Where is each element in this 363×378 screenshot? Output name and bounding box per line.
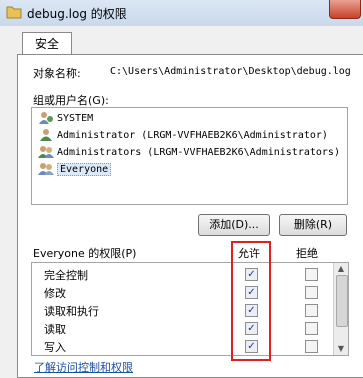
- groups-label: 组或用户名(G):: [33, 94, 109, 107]
- window-title: debug.log 的权限: [27, 7, 127, 21]
- list-item-label: Administrator (LRGM-VVFHAEB2K6\Administr…: [57, 129, 328, 141]
- folder-icon: [6, 6, 22, 19]
- permission-name: 写入: [44, 341, 66, 354]
- permissions-scrollbar[interactable]: ▲ ▼: [333, 263, 348, 355]
- deny-checkbox[interactable]: [305, 286, 318, 299]
- deny-header: 拒绝: [296, 247, 318, 260]
- scroll-down-icon[interactable]: ▼: [336, 344, 346, 354]
- permission-row: 完全控制 ✓: [32, 265, 332, 283]
- scrollbar-thumb[interactable]: [336, 275, 348, 327]
- remove-button[interactable]: 删除(R): [279, 214, 347, 236]
- permissions-table: 完全控制 ✓ 修改 ✓ 读取和执行 ✓ 读取 ✓ 写入 ✓ ▲ ▼: [31, 262, 349, 356]
- scroll-up-icon[interactable]: ▲: [336, 264, 346, 274]
- permission-row: 写入 ✓: [32, 337, 332, 355]
- object-name-value: C:\Users\Administrator\Desktop\debug.log: [110, 66, 351, 77]
- learn-more-link[interactable]: 了解访问控制和权限: [34, 359, 133, 375]
- permissions-label: Everyone 的权限(P): [33, 247, 137, 260]
- list-item-label: SYSTEM: [57, 112, 94, 124]
- permission-row: 读取和执行 ✓: [32, 301, 332, 319]
- deny-checkbox[interactable]: [305, 268, 318, 281]
- deny-checkbox[interactable]: [305, 304, 318, 317]
- permission-name: 修改: [44, 287, 66, 300]
- permission-name: 读取和执行: [44, 305, 99, 318]
- title-bar: debug.log 的权限: [0, 0, 363, 26]
- allow-column-highlight: [231, 241, 271, 361]
- close-button[interactable]: [329, 0, 361, 19]
- permission-row: 读取 ✓: [32, 319, 332, 337]
- object-name-label: 对象名称:: [33, 67, 81, 80]
- list-item-label: Administrators (LRGM-VVFHAEB2K6\Administ…: [57, 146, 340, 158]
- list-item-administrator[interactable]: Administrator (LRGM-VVFHAEB2K6\Administr…: [38, 127, 328, 143]
- group-icon: [38, 146, 54, 158]
- group-icon: [38, 163, 54, 175]
- list-item-label: Everyone: [57, 162, 112, 176]
- deny-checkbox[interactable]: [305, 340, 318, 353]
- tab-security[interactable]: 安全: [22, 32, 72, 55]
- add-button[interactable]: 添加(D)...: [198, 214, 270, 236]
- list-item-administrators[interactable]: Administrators (LRGM-VVFHAEB2K6\Administ…: [38, 144, 340, 160]
- list-item-everyone[interactable]: Everyone: [38, 161, 112, 177]
- list-item-system[interactable]: SYSTEM: [38, 110, 93, 126]
- system-user-icon: [39, 112, 53, 124]
- permission-name: 读取: [44, 323, 66, 336]
- permission-row: 修改 ✓: [32, 283, 332, 301]
- permission-name: 完全控制: [44, 269, 88, 282]
- groups-listbox[interactable]: SYSTEM Administrator (LRGM-VVFHAEB2K6\Ad…: [31, 107, 348, 205]
- user-icon: [40, 129, 52, 141]
- deny-checkbox[interactable]: [305, 322, 318, 335]
